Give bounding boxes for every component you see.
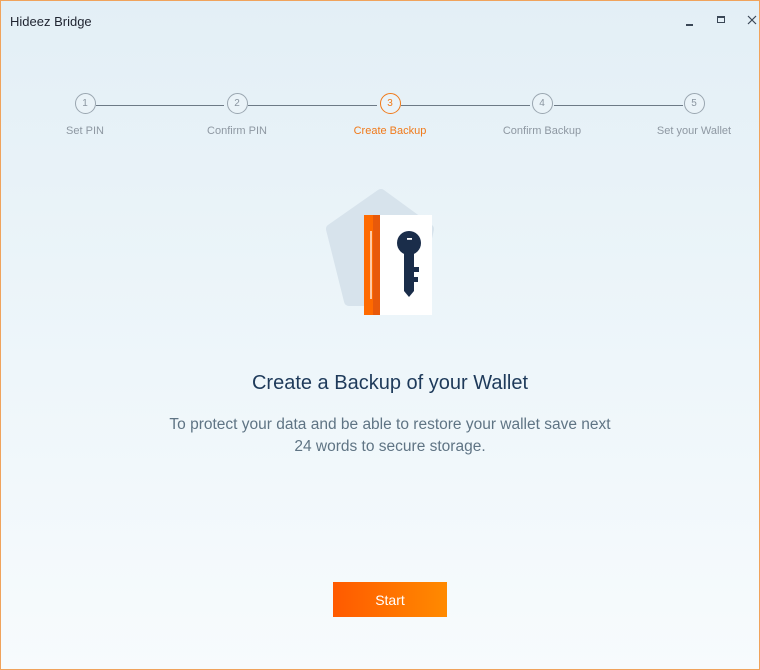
step-confirm-backup: 4 Confirm Backup	[477, 93, 607, 137]
app-window: Hideez Bridge 1 Set PIN 2 Confirm PIN 3 …	[0, 0, 760, 670]
step-create-backup: 3 Create Backup	[325, 93, 455, 137]
instruction-line: 24 words to secure storage.	[294, 438, 486, 455]
step-label: Create Backup	[353, 125, 427, 137]
minimize-icon	[686, 24, 693, 26]
step-number: 2	[226, 93, 248, 114]
step-set-wallet: 5 Set your Wallet	[629, 93, 759, 137]
step-label: Confirm Backup	[502, 125, 582, 137]
maximize-button[interactable]	[708, 9, 734, 33]
step-label: Confirm PIN	[207, 125, 267, 137]
step-label: Set PIN	[66, 125, 104, 137]
step-number: 3	[379, 93, 401, 114]
step-confirm-pin: 2 Confirm PIN	[172, 93, 302, 137]
app-title: Hideez Bridge	[10, 14, 92, 29]
page-heading: Create a Backup of your Wallet	[251, 372, 529, 394]
step-number: 4	[531, 93, 553, 114]
instruction-text: To protect your data and be able to rest…	[131, 414, 649, 458]
close-icon	[747, 15, 757, 25]
minimize-button[interactable]	[677, 9, 703, 33]
start-button[interactable]: Start	[333, 582, 447, 617]
step-set-pin: 1 Set PIN	[20, 93, 150, 137]
title-bar: Hideez Bridge	[1, 1, 759, 41]
step-number: 1	[74, 93, 96, 114]
instruction-line: To protect your data and be able to rest…	[169, 416, 611, 433]
backup-book-key-icon	[326, 189, 434, 315]
maximize-icon	[717, 16, 725, 23]
wizard-stepper: 1 Set PIN 2 Confirm PIN 3 Create Backup …	[1, 93, 759, 153]
step-number: 5	[683, 93, 705, 114]
close-button[interactable]	[739, 9, 759, 33]
step-label: Set your Wallet	[656, 125, 732, 137]
backup-illustration	[321, 189, 441, 319]
